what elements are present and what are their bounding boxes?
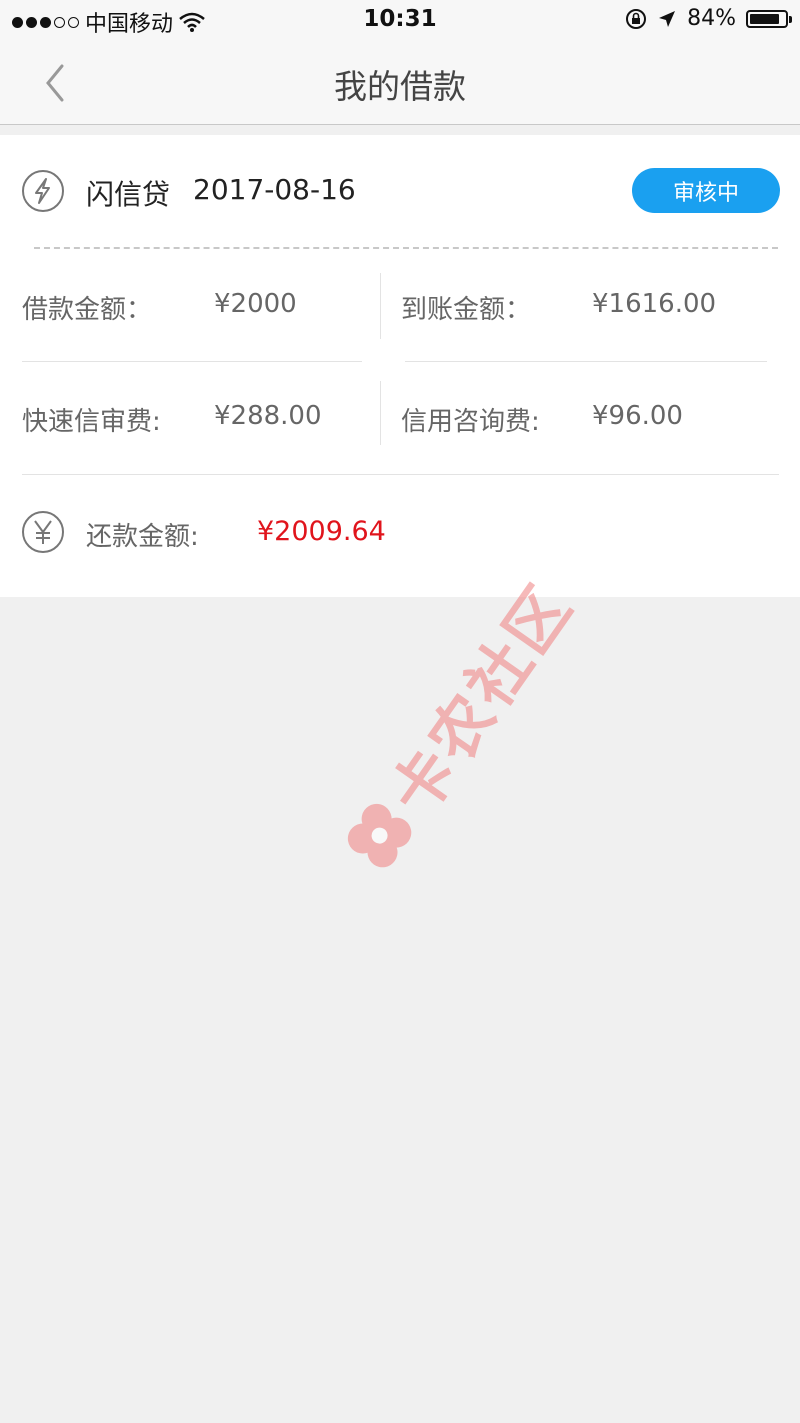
row-divider: [22, 361, 362, 362]
product-name: 闪信贷: [86, 178, 171, 211]
review-fee-label: 快速信审费:: [22, 407, 161, 437]
row-divider: [405, 361, 767, 362]
consult-fee-label: 信用咨询费:: [401, 407, 540, 437]
status-bar: 中国移动 10:31 84%: [0, 0, 800, 40]
received-amount-value: ¥1616.00: [592, 289, 717, 319]
section-divider: [22, 474, 779, 475]
loan-amount-label: 借款金额：: [22, 295, 153, 325]
orientation-lock-icon: [626, 8, 647, 29]
received-amount-label: 到账金额：: [401, 295, 532, 325]
review-fee-value: ¥288.00: [214, 401, 322, 431]
page-title: 我的借款: [334, 67, 466, 106]
battery-icon: [746, 9, 792, 28]
dashed-divider: [34, 247, 778, 249]
consult-fee-value: ¥96.00: [592, 401, 683, 431]
watermark: 卡农社区: [324, 562, 589, 887]
loan-card: 闪信贷 2017-08-16 审核中 借款金额： ¥2000 到账金额： ¥16…: [0, 135, 800, 597]
battery-fill: [750, 13, 779, 24]
location-arrow-icon: [659, 10, 676, 27]
repayment-label: 还款金额:: [86, 522, 199, 552]
yen-icon: [22, 511, 64, 553]
repayment-value: ¥2009.64: [257, 516, 386, 547]
column-divider: [380, 381, 381, 445]
battery-percent: 84%: [687, 6, 736, 31]
column-divider: [380, 273, 381, 339]
lightning-icon: [22, 170, 64, 212]
nav-bar: 我的借款: [0, 40, 800, 125]
status-right: 84%: [625, 6, 792, 31]
status-badge[interactable]: 审核中: [632, 168, 780, 213]
loan-amount-value: ¥2000: [214, 289, 297, 319]
loan-date: 2017-08-16: [193, 173, 356, 206]
watermark-text: 卡农社区: [375, 570, 588, 829]
